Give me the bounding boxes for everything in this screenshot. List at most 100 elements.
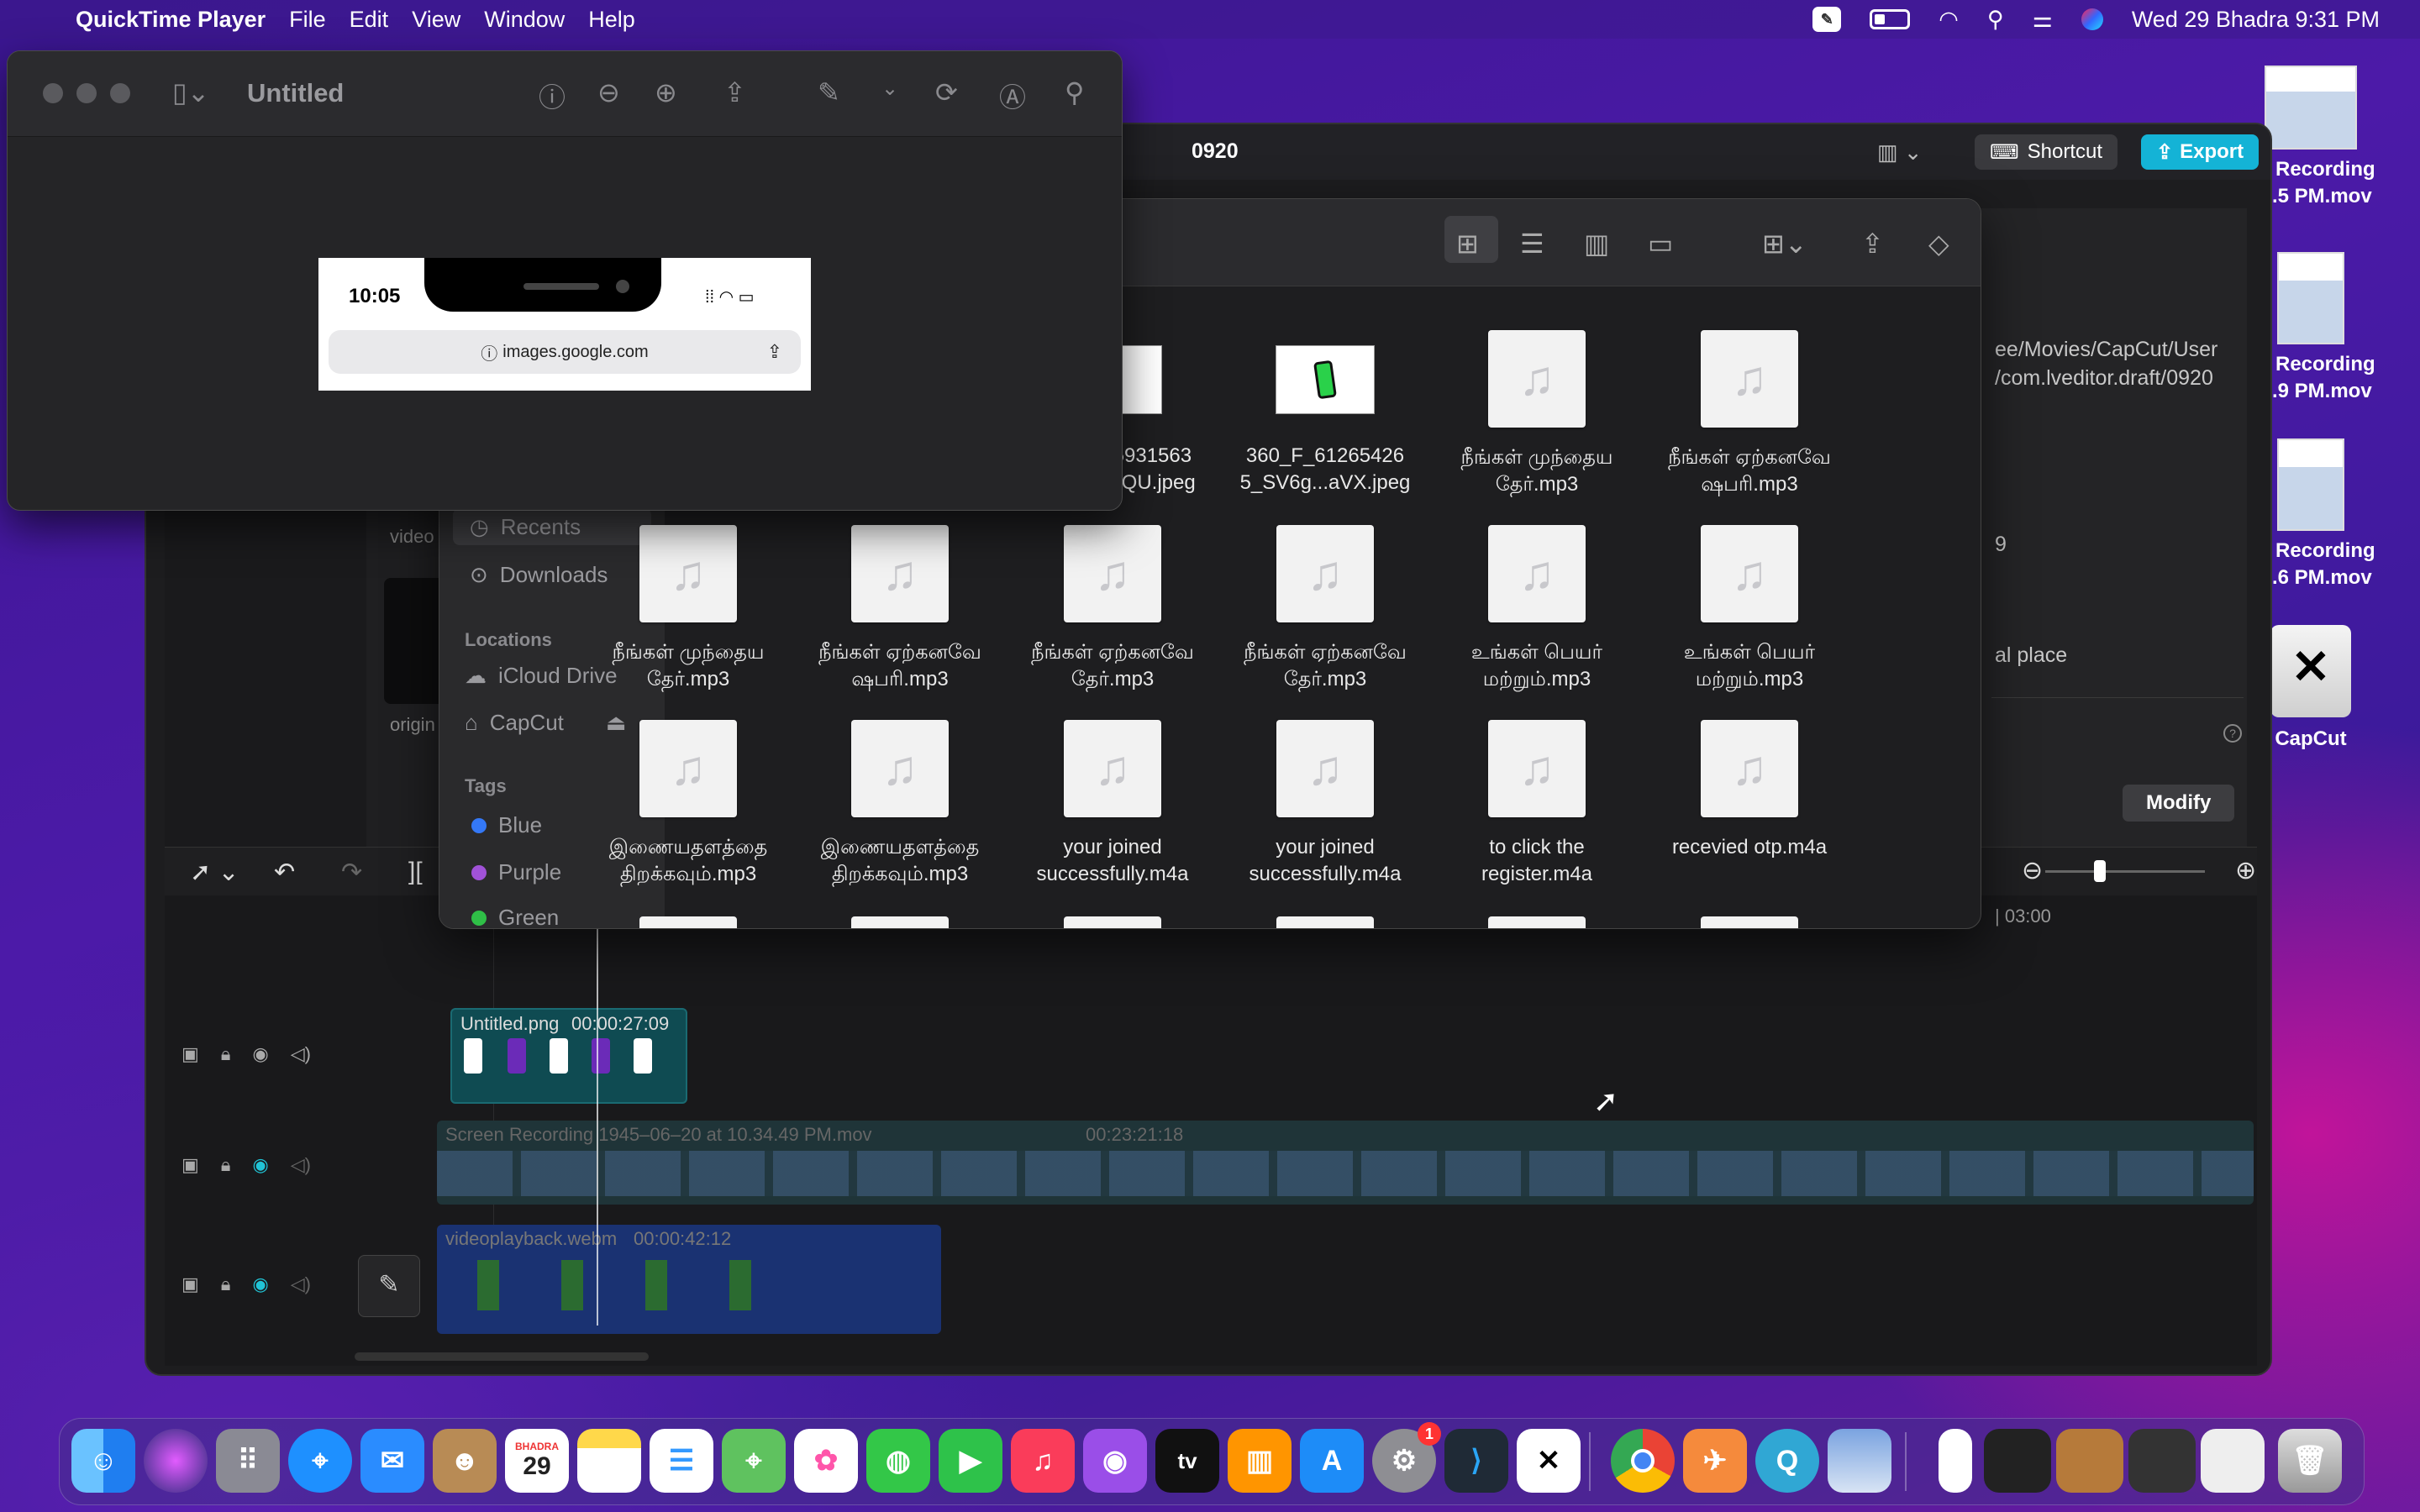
eye-icon[interactable]: ◉	[253, 1154, 269, 1176]
redo-icon[interactable]: ↷	[341, 858, 362, 887]
edit-cover-icon[interactable]: ✎	[358, 1255, 420, 1317]
lock-icon[interactable]: 🔒︎	[221, 1043, 231, 1065]
close-button[interactable]	[43, 83, 63, 103]
siri-icon[interactable]	[2081, 8, 2103, 30]
dock-preview-icon[interactable]	[1828, 1429, 1891, 1493]
layout-icon[interactable]: ▥ ⌄	[1877, 139, 1923, 165]
dock-app-bird-icon[interactable]: ✈	[1683, 1429, 1747, 1493]
zoom-in-icon[interactable]: ⊕	[655, 76, 677, 108]
dock-capcut-icon[interactable]: ✕	[1517, 1429, 1581, 1493]
dock-recent-window-icon[interactable]	[1984, 1429, 2051, 1493]
dock-music-icon[interactable]: ♫	[1011, 1429, 1075, 1493]
file-item[interactable]: ♫ நீங்கள் முந்தைய தேர்.mp3	[587, 525, 789, 693]
menu-file[interactable]: File	[289, 7, 326, 33]
control-center-icon[interactable]: ⚌	[2033, 7, 2053, 33]
lock-icon[interactable]: 🔒︎	[221, 1154, 231, 1176]
file-item[interactable]: ♫ your joined successfully.m4a	[1224, 720, 1426, 888]
menu-clock[interactable]: Wed 29 Bhadra 9:31 PM	[2132, 7, 2380, 33]
file-item[interactable]: ♫ உங்கள் பெயர் மற்றும்.mp3	[1436, 525, 1638, 693]
modify-button[interactable]: Modify	[2123, 785, 2235, 822]
sidebar-tag-green[interactable]: Green	[471, 905, 559, 928]
dock-recent-window-icon[interactable]	[2056, 1429, 2123, 1493]
group-icon[interactable]: ⊞⌄	[1762, 228, 1807, 260]
audio-icon[interactable]: ◁)	[291, 1154, 311, 1176]
zoom-slider-knob[interactable]	[2094, 860, 2106, 882]
file-item[interactable]: ♫ நீங்கள் ஏற்கனவே தேர்.mp3	[1012, 525, 1213, 693]
file-item[interactable]: ♫ இணையதளத்தை திறக்கவும்.mp3	[587, 720, 789, 888]
lock-icon[interactable]: 🔒︎	[221, 1273, 231, 1295]
file-item[interactable]: ♫ your joined successfully.m4a	[1012, 720, 1213, 888]
dock-safari-icon[interactable]: ⌖	[288, 1429, 352, 1493]
sidebar-toggle-icon[interactable]: ▯⌄	[172, 76, 209, 108]
sidebar-tag-blue[interactable]: Blue	[471, 812, 542, 838]
zoom-button[interactable]	[110, 83, 130, 103]
info-icon[interactable]: ⓘ	[539, 76, 566, 115]
menu-help[interactable]: Help	[588, 7, 635, 33]
wifi-icon[interactable]: ◠	[1939, 7, 1959, 33]
status-app-icon[interactable]: ✎	[1812, 7, 1842, 32]
timeline-playhead[interactable]	[597, 906, 598, 1326]
export-button[interactable]: ⇪ Export	[2141, 134, 2260, 170]
dock-podcasts-icon[interactable]: ◉	[1083, 1429, 1147, 1493]
file-item[interactable]: 360_F_61265426 5_SV6g...aVX.jpeg	[1224, 330, 1426, 496]
menu-window[interactable]: Window	[484, 7, 565, 33]
icon-view-icon[interactable]: ⊞	[1456, 228, 1479, 260]
file-item[interactable]: ♫ நீங்கள் ஏற்கனவே தேர்.mp3	[1224, 525, 1426, 693]
dock-siri-icon[interactable]	[144, 1429, 208, 1493]
timeline-scrollbar[interactable]	[355, 1352, 649, 1361]
dock-messages-icon[interactable]: ◍	[866, 1429, 930, 1493]
file-item[interactable]: ♫ நீங்கள் முந்தைய தேர்.mp3	[1436, 330, 1638, 498]
dock-tv-icon[interactable]: tv	[1155, 1429, 1219, 1493]
undo-icon[interactable]: ↶	[274, 858, 295, 887]
tag-icon[interactable]: ◇	[1928, 228, 1949, 260]
dock-quicktime-icon[interactable]: Q	[1755, 1429, 1819, 1493]
help-icon[interactable]: ?	[2223, 724, 2242, 743]
dock-contacts-icon[interactable]: ☻	[433, 1429, 497, 1493]
dock-facetime-icon[interactable]: ▶	[939, 1429, 1002, 1493]
zoom-out-icon[interactable]: ⊖	[597, 76, 620, 108]
cover-icon[interactable]: ▣	[182, 1043, 199, 1065]
dock-recent-document-icon[interactable]	[1939, 1429, 1972, 1493]
share-icon[interactable]: ⇪	[723, 76, 746, 108]
select-tool-icon[interactable]: ➚ ⌄	[190, 858, 239, 887]
annotate-icon[interactable]: Ⓐ	[999, 76, 1026, 115]
zoom-out-icon[interactable]: ⊖	[2022, 856, 2043, 885]
menu-view[interactable]: View	[412, 7, 460, 33]
list-view-icon[interactable]: ☰	[1520, 228, 1544, 260]
shortcut-button[interactable]: ⌨ Shortcut	[1975, 134, 2118, 170]
zoom-in-icon[interactable]: ⊕	[2235, 856, 2256, 885]
dock-photos-icon[interactable]: ✿	[794, 1429, 858, 1493]
dock-trash-icon[interactable]: 🗑︎	[2278, 1429, 2342, 1493]
clip-videoplayback-webm[interactable]: videoplayback.webm 00:00:42:12	[437, 1225, 941, 1334]
dock-calendar-icon[interactable]: BHADRA 29	[505, 1429, 569, 1493]
audio-icon[interactable]: ◁)	[291, 1043, 311, 1065]
clip-untitled-png[interactable]: Untitled.png 00:00:27:09	[450, 1008, 687, 1104]
dock-vscode-icon[interactable]: ⟩	[1444, 1429, 1508, 1493]
dock-launchpad-icon[interactable]: ⠿	[216, 1429, 280, 1493]
minimize-button[interactable]	[76, 83, 97, 103]
column-view-icon[interactable]: ▥	[1584, 228, 1609, 260]
dock-appstore-icon[interactable]: A	[1300, 1429, 1364, 1493]
dock-books-icon[interactable]: ▥	[1228, 1429, 1292, 1493]
file-item[interactable]: ♫ நீங்கள் ஏற்கனவே ஷபரி.mp3	[1649, 330, 1850, 498]
dock-notes-icon[interactable]	[577, 1429, 641, 1493]
eye-icon[interactable]: ◉	[253, 1273, 269, 1295]
split-icon[interactable]: ][	[408, 858, 423, 886]
dock-settings-icon[interactable]: ⚙ 1	[1372, 1422, 1441, 1493]
battery-icon[interactable]	[1870, 9, 1911, 29]
audio-icon[interactable]: ◁)	[291, 1273, 311, 1295]
dock-maps-icon[interactable]: ⌖	[722, 1429, 786, 1493]
file-item[interactable]: ♫ உங்கள் பெயர் மற்றும்.mp3	[1649, 525, 1850, 693]
file-item[interactable]: ♫ to click the register.m4a	[1436, 720, 1638, 888]
share-icon[interactable]: ⇪	[1861, 228, 1884, 260]
sidebar-tag-purple[interactable]: Purple	[471, 859, 561, 885]
dock-recent-window-icon[interactable]	[2201, 1429, 2265, 1493]
rotate-icon[interactable]: ⟳	[935, 76, 958, 108]
eye-icon[interactable]: ◉	[253, 1043, 269, 1065]
menu-edit[interactable]: Edit	[350, 7, 389, 33]
spotlight-search-icon[interactable]: ⚲	[1987, 7, 2004, 33]
markup-pen-icon[interactable]: ✎	[818, 76, 840, 108]
dock-finder-icon[interactable]: ☺	[71, 1429, 135, 1493]
search-icon[interactable]: ⚲	[1065, 76, 1084, 108]
dock-recent-window-icon[interactable]	[2128, 1429, 2196, 1493]
